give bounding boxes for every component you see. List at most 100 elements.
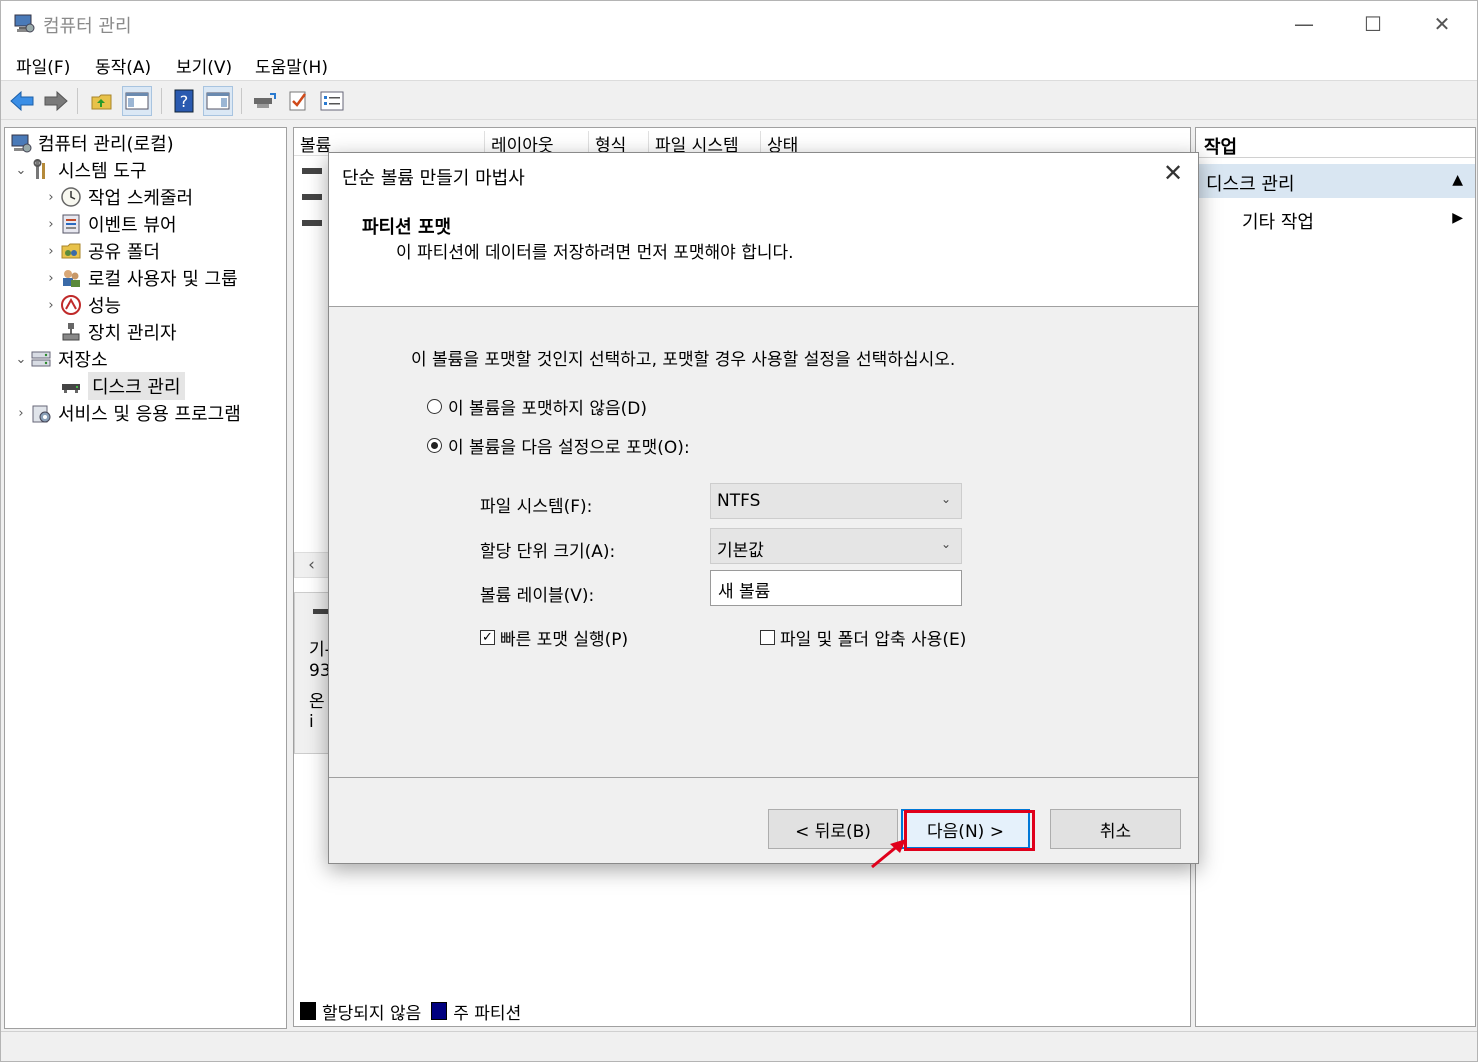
tree-item-device-manager[interactable]: 장치 관리자	[43, 319, 177, 345]
actions-more-actions[interactable]: 기타 작업 ▶	[1196, 204, 1475, 234]
tree-item-storage[interactable]: ⌄ 저장소	[13, 346, 108, 372]
submenu-arrow-icon: ▶	[1452, 210, 1463, 226]
shared-folder-icon	[59, 239, 83, 263]
tree-item-label: 공유 폴더	[88, 242, 160, 263]
legend-swatch-unallocated	[300, 1002, 316, 1020]
console-tree: 컴퓨터 관리(로컬) ⌄ 시스템 도구 › 작업 스케줄러 › 이벤트 뷰어 ›	[4, 127, 287, 1029]
tree-item-label: 성능	[88, 296, 122, 317]
checkbox-label: 빠른 포맷 실행(P)	[500, 629, 629, 650]
menu-action[interactable]: 동작(A)	[95, 53, 151, 78]
expand-icon[interactable]: ›	[43, 190, 59, 205]
volume-label-input[interactable]: 새 볼륨	[710, 570, 962, 606]
tree-item-local-users[interactable]: › 로컬 사용자 및 그룹	[43, 265, 238, 291]
wizard-header: 단순 볼륨 만들기 마법사 ✕ 파티션 포맷 이 파티션에 데이터를 저장하려면…	[329, 153, 1198, 307]
show-hide-console-tree-icon[interactable]	[122, 86, 152, 116]
checkbox-label: 파일 및 폴더 압축 사용(E)	[780, 629, 967, 650]
status-bar	[1, 1031, 1477, 1061]
tree-item-task-scheduler[interactable]: › 작업 스케줄러	[43, 184, 193, 210]
connect-icon[interactable]	[249, 86, 279, 116]
expand-icon[interactable]: ›	[43, 271, 59, 286]
tree-root[interactable]: 컴퓨터 관리(로컬)	[9, 130, 174, 156]
help-icon[interactable]: ?	[169, 86, 199, 116]
wizard-instruction: 이 볼륨을 포맷할 것인지 선택하고, 포맷할 경우 사용할 설정을 선택하십시…	[411, 350, 956, 370]
volume-drive-icon	[302, 220, 322, 226]
menu-bar: 파일(F) 동작(A) 보기(V) 도움말(H)	[1, 47, 1477, 81]
menu-file[interactable]: 파일(F)	[16, 53, 70, 78]
actions-section-label: 디스크 관리	[1206, 174, 1295, 195]
actions-title: 작업	[1196, 128, 1475, 158]
chevron-down-icon: ⌄	[940, 492, 951, 506]
computer-management-icon	[14, 14, 35, 33]
close-button[interactable]: ✕	[1407, 1, 1477, 47]
collapse-icon[interactable]: ⌄	[13, 352, 29, 367]
allocation-unit-value: 기본값	[717, 541, 764, 561]
actions-section-disk-management[interactable]: 디스크 관리 ▲	[1196, 164, 1475, 198]
back-arrow-icon[interactable]	[7, 86, 37, 116]
expand-icon[interactable]: ›	[13, 406, 29, 421]
scroll-left-button[interactable]: ‹	[294, 552, 329, 578]
cancel-button[interactable]: 취소	[1050, 809, 1181, 849]
radio-label: 이 볼륨을 다음 설정으로 포맷(O):	[448, 437, 690, 458]
menu-view[interactable]: 보기(V)	[176, 53, 232, 78]
tree-item-label: 이벤트 뷰어	[88, 215, 177, 236]
tree-item-label: 장치 관리자	[88, 323, 177, 344]
maximize-button[interactable]: ☐	[1338, 1, 1408, 47]
compression-checkbox[interactable]: 파일 및 폴더 압축 사용(E)	[760, 625, 967, 650]
file-system-value: NTFS	[717, 491, 761, 511]
radio-button-selected[interactable]	[427, 437, 442, 453]
tree-item-event-viewer[interactable]: › 이벤트 뷰어	[43, 211, 177, 237]
disk-management-icon	[59, 374, 83, 398]
up-folder-icon[interactable]	[87, 86, 117, 116]
expand-icon[interactable]: ›	[43, 298, 59, 313]
collapse-triangle-icon[interactable]: ▲	[1452, 172, 1463, 188]
computer-management-icon	[9, 131, 33, 155]
check-icon[interactable]	[283, 86, 313, 116]
menu-help[interactable]: 도움말(H)	[255, 53, 328, 78]
tree-item-shared-folders[interactable]: › 공유 폴더	[43, 238, 160, 264]
tree-item-performance[interactable]: › 성능	[43, 292, 121, 318]
actions-more-label: 기타 작업	[1242, 212, 1314, 233]
checkbox-unchecked[interactable]	[760, 629, 775, 645]
collapse-icon[interactable]: ⌄	[13, 163, 29, 178]
tree-item-label: 로컬 사용자 및 그룹	[88, 269, 238, 290]
tree-item-label: 저장소	[58, 350, 108, 371]
radio-format-with-settings[interactable]: 이 볼륨을 다음 설정으로 포맷(O):	[427, 433, 690, 458]
svg-text:?: ?	[180, 92, 189, 111]
expand-icon[interactable]: ›	[43, 244, 59, 259]
window-title: 컴퓨터 관리	[43, 16, 132, 37]
storage-icon	[29, 347, 53, 371]
tree-root-label: 컴퓨터 관리(로컬)	[38, 134, 174, 155]
title-bar: 컴퓨터 관리 — ☐ ✕	[1, 1, 1477, 47]
wizard-close-button[interactable]: ✕	[1155, 159, 1191, 191]
quick-format-checkbox[interactable]: ✓ 빠른 포맷 실행(P)	[480, 625, 629, 650]
tree-item-system-tools[interactable]: ⌄ 시스템 도구	[13, 157, 147, 183]
legend: 할당되지 않음 주 파티션	[300, 998, 521, 1024]
disk-info-line: 온i	[309, 692, 325, 732]
column-volume[interactable]: 볼륨	[294, 131, 331, 156]
show-hide-action-pane-icon[interactable]	[203, 86, 233, 116]
next-button-highlight	[904, 810, 1035, 851]
legend-swatch-primary	[431, 1002, 448, 1020]
tree-item-disk-management[interactable]: 디스크 관리	[43, 372, 185, 400]
wizard-title: 단순 볼륨 만들기 마법사	[342, 168, 525, 189]
tree-item-services-apps[interactable]: › 서비스 및 응용 프로그램	[13, 400, 241, 426]
forward-arrow-icon[interactable]	[41, 86, 71, 116]
expand-icon[interactable]: ›	[43, 217, 59, 232]
tree-item-label: 서비스 및 응용 프로그램	[58, 404, 241, 425]
tree-item-label: 시스템 도구	[58, 161, 147, 182]
disk-info-panel[interactable]: 기- 93 온i	[294, 592, 331, 754]
properties-list-icon[interactable]	[317, 86, 347, 116]
radio-button[interactable]	[427, 398, 442, 414]
radio-label: 이 볼륨을 포맷하지 않음(D)	[448, 398, 647, 419]
legend-label-primary: 주 파티션	[453, 1003, 522, 1024]
checkbox-checked[interactable]: ✓	[480, 629, 495, 645]
minimize-button[interactable]: —	[1269, 1, 1339, 47]
disk-icon	[313, 609, 329, 614]
new-simple-volume-wizard: 단순 볼륨 만들기 마법사 ✕ 파티션 포맷 이 파티션에 데이터를 저장하려면…	[328, 152, 1199, 864]
tools-icon	[29, 158, 53, 182]
device-manager-icon	[59, 320, 83, 344]
file-system-combo[interactable]: NTFS ⌄	[710, 483, 962, 519]
allocation-unit-combo[interactable]: 기본값 ⌄	[710, 528, 962, 564]
radio-do-not-format[interactable]: 이 볼륨을 포맷하지 않음(D)	[427, 394, 647, 419]
services-icon	[29, 401, 53, 425]
